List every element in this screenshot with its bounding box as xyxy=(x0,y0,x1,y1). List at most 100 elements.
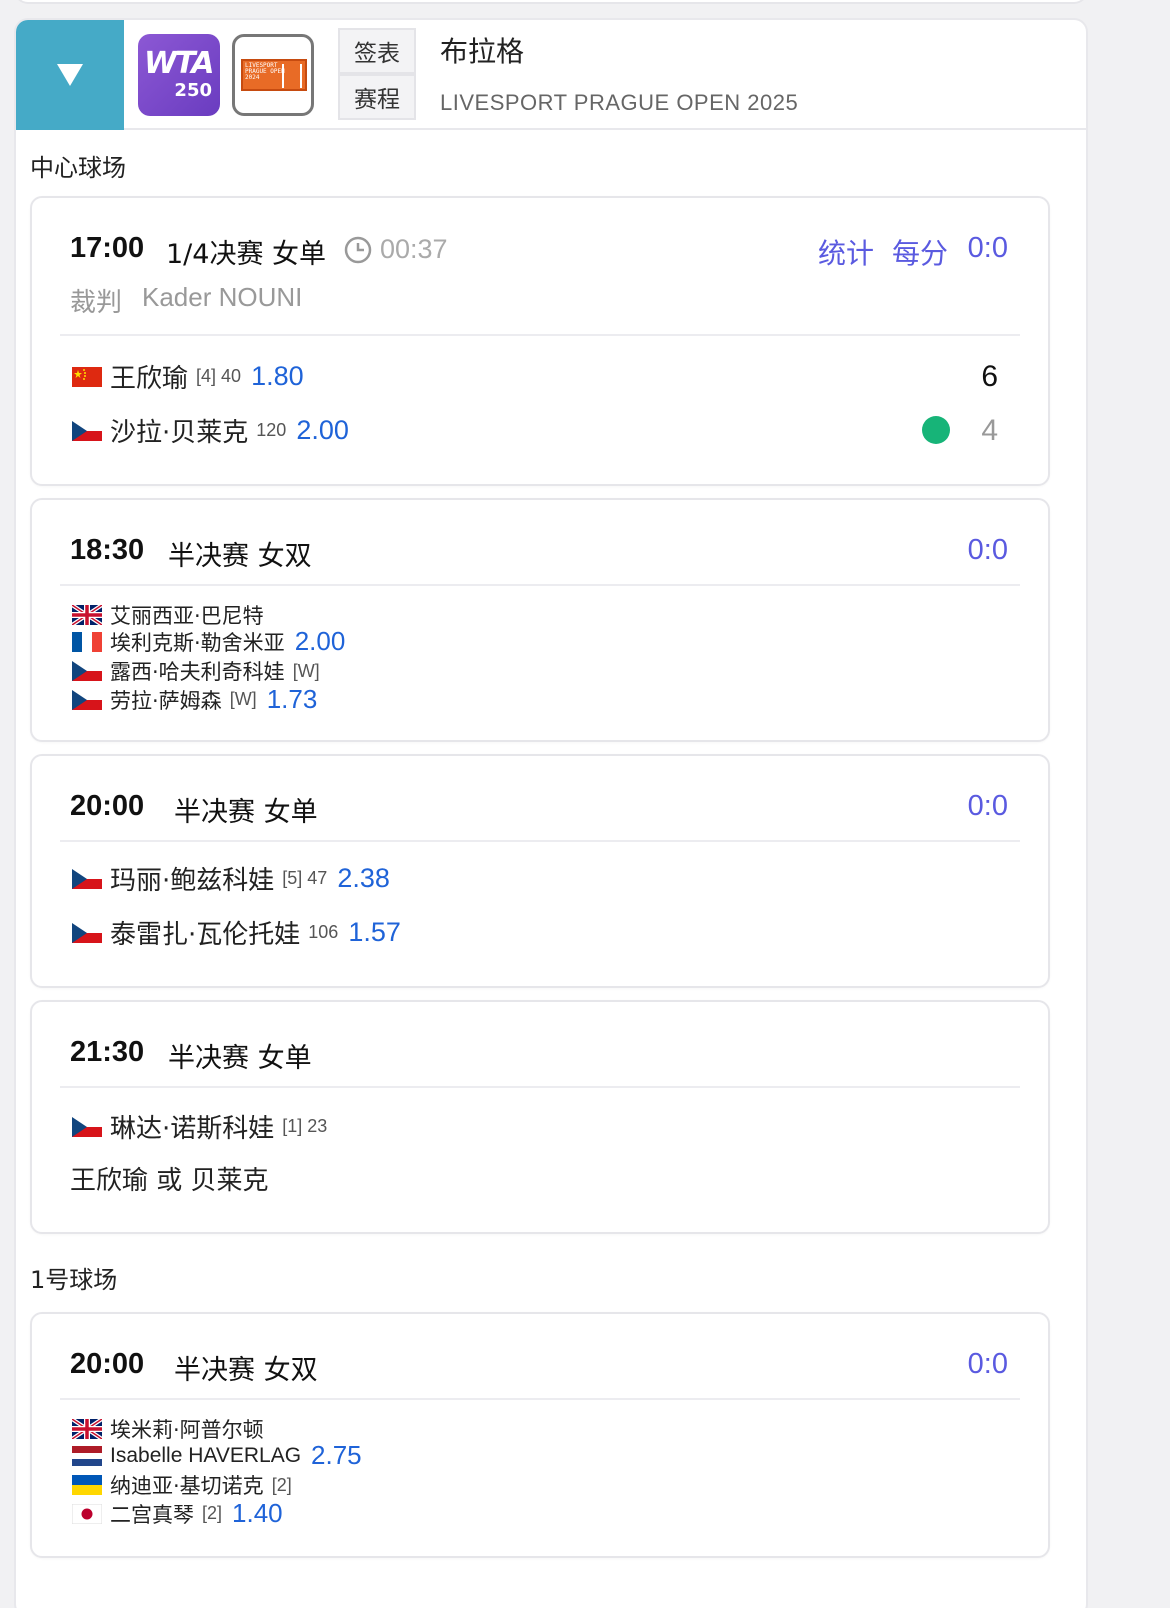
player-name: 沙拉·贝莱克 xyxy=(110,418,249,448)
player-seed-rank: 120 xyxy=(256,420,287,440)
player-seed-rank: 106 xyxy=(308,922,339,942)
player-row[interactable]: 琳达·诺斯科娃 [1] 23 xyxy=(72,1108,327,1145)
tournament-header: WTA 250 LIVESPORT PRAGUE OPEN 2024 签表 赛程… xyxy=(16,20,1086,130)
match-time: 20:00 xyxy=(70,1348,145,1380)
player-name: 琳达·诺斯科娃 xyxy=(110,1114,275,1144)
player-seed-rank: [2] xyxy=(202,1503,223,1523)
team-odds[interactable]: 2.00 xyxy=(295,626,346,657)
player-row[interactable]: 玛丽·鲍兹科娃 [5] 47 2.38 xyxy=(72,860,390,897)
divider xyxy=(60,1086,1020,1088)
player-name: 露西·哈夫利奇科娃 xyxy=(110,660,285,684)
netherlands-flag-icon xyxy=(72,1445,102,1466)
event-logo-mark xyxy=(282,64,302,88)
wta-logo-level: 250 xyxy=(174,80,212,101)
match-time: 17:00 xyxy=(70,232,145,264)
match-round: 半决赛 女双 xyxy=(174,1355,318,1386)
collapse-button[interactable] xyxy=(16,20,124,130)
divider xyxy=(60,584,1020,586)
match-round: 半决赛 女单 xyxy=(174,797,318,828)
player-seed-rank: [1] 23 xyxy=(282,1116,328,1136)
player-name: 劳拉·萨姆森 xyxy=(110,688,222,713)
match-round: 1/4决赛 女单 xyxy=(166,239,327,270)
match-time: 20:00 xyxy=(70,790,145,822)
player-row[interactable]: Isabelle HAVERLAG 2.75 xyxy=(72,1440,362,1471)
per-point-link[interactable]: 每分 xyxy=(892,232,948,272)
match-time: 21:30 xyxy=(70,1036,145,1068)
ukraine-flag-icon xyxy=(72,1475,102,1495)
previous-panel-edge xyxy=(14,0,1088,4)
player-seed-rank: [2] xyxy=(271,1474,292,1495)
match-score[interactable]: 0:0 xyxy=(968,790,1008,823)
player-seed-rank: [4] 40 xyxy=(196,366,242,386)
player-odds[interactable]: 1.80 xyxy=(251,361,304,392)
player-row[interactable]: 埃利克斯·勒舍米亚 2.00 xyxy=(72,626,345,657)
court-label: 中心球场 xyxy=(30,154,126,182)
city-title: 布拉格 xyxy=(440,35,525,68)
player-name: 二宫真琴 xyxy=(110,1502,194,1527)
tournament-panel: WTA 250 LIVESPORT PRAGUE OPEN 2024 签表 赛程… xyxy=(14,18,1088,1608)
match-card[interactable]: 21:30 半决赛 女单 琳达·诺斯科娃 [1] 23 王欣瑜 或 贝莱克 xyxy=(30,1000,1050,1234)
set-score: 4 xyxy=(981,414,998,447)
player-odds[interactable]: 2.38 xyxy=(337,863,390,894)
czech-flag-icon xyxy=(72,922,102,943)
player-row[interactable]: 沙拉·贝莱克 120 2.00 xyxy=(72,412,349,449)
divider xyxy=(60,1398,1020,1400)
divider xyxy=(60,840,1020,842)
player-seed-rank: [W] xyxy=(292,660,320,681)
czech-flag-icon xyxy=(72,420,102,441)
match-score[interactable]: 0:0 xyxy=(968,534,1008,567)
match-card[interactable]: 20:00 半决赛 女双 0:0 埃米莉·阿普尔顿 Isabelle HAVER… xyxy=(30,1312,1050,1558)
player-row[interactable]: 劳拉·萨姆森 [W] 1.73 xyxy=(72,684,317,715)
uk-flag-icon xyxy=(72,605,102,625)
player-name: 王欣瑜 xyxy=(110,364,189,394)
player-name: 埃利克斯·勒舍米亚 xyxy=(110,630,285,655)
match-score[interactable]: 0:0 xyxy=(968,232,1008,265)
player-name: 玛丽·鲍兹科娃 xyxy=(110,866,275,896)
czech-flag-icon xyxy=(72,689,102,710)
player-row[interactable]: 王欣瑜 [4] 40 1.80 xyxy=(72,358,304,395)
event-logo[interactable]: LIVESPORT PRAGUE OPEN 2024 xyxy=(232,34,314,116)
match-card[interactable]: 20:00 半决赛 女单 0:0 玛丽·鲍兹科娃 [5] 47 2.38 泰雷扎… xyxy=(30,754,1050,988)
match-score[interactable]: 0:0 xyxy=(968,1348,1008,1381)
umpire-name: Kader NOUNI xyxy=(142,282,303,312)
player-row[interactable]: 二宫真琴 [2] 1.40 xyxy=(72,1498,283,1529)
team-odds[interactable]: 2.75 xyxy=(311,1440,362,1471)
match-card[interactable]: 18:30 半决赛 女双 0:0 艾丽西亚·巴尼特 埃利克斯·勒舍米亚 2.00… xyxy=(30,498,1050,742)
player-seed-rank: [W] xyxy=(229,689,257,709)
clock-icon xyxy=(344,236,372,264)
player-name: 泰雷扎·瓦伦托娃 xyxy=(110,920,301,950)
czech-flag-icon xyxy=(72,868,102,889)
schedule-button[interactable]: 赛程 xyxy=(338,74,416,120)
france-flag-icon xyxy=(72,631,102,652)
opponent-placeholder: 王欣瑜 或 贝莱克 xyxy=(70,1166,269,1196)
player-row[interactable]: 泰雷扎·瓦伦托娃 106 1.57 xyxy=(72,914,401,951)
wta-250-logo[interactable]: WTA 250 xyxy=(138,34,220,116)
player-name: Isabelle HAVERLAG xyxy=(110,1443,302,1467)
czech-flag-icon xyxy=(72,1116,102,1137)
event-logo-text: LIVESPORT PRAGUE OPEN 2024 xyxy=(245,62,285,81)
czech-flag-icon xyxy=(72,661,102,681)
court-label: 1号球场 xyxy=(30,1266,118,1294)
match-card[interactable]: 17:00 1/4决赛 女单 00:37 统计 每分 0:0 裁判 Kader … xyxy=(30,196,1050,486)
team-odds[interactable]: 1.40 xyxy=(232,1498,283,1529)
serving-indicator xyxy=(922,416,950,444)
divider xyxy=(60,334,1020,336)
triangle-down-icon xyxy=(57,64,83,86)
japan-flag-icon xyxy=(72,1503,102,1524)
player-odds[interactable]: 2.00 xyxy=(296,415,349,446)
umpire-label: 裁判 xyxy=(70,288,123,318)
match-time: 18:30 xyxy=(70,534,145,566)
player-row[interactable]: 纳迪亚·基切诺克 [2] xyxy=(72,1470,292,1500)
team-odds[interactable]: 1.73 xyxy=(267,684,318,715)
player-odds[interactable]: 1.57 xyxy=(348,917,401,948)
player-row[interactable]: 露西·哈夫利奇科娃 [W] xyxy=(72,656,320,686)
stats-link[interactable]: 统计 xyxy=(818,232,874,272)
uk-flag-icon xyxy=(72,1419,102,1439)
player-name: 纳迪亚·基切诺克 xyxy=(110,1474,264,1498)
elapsed-time: 00:37 xyxy=(380,234,448,264)
china-flag-icon xyxy=(72,366,102,387)
tournament-name: LIVESPORT PRAGUE OPEN 2025 xyxy=(440,90,799,115)
wta-logo-text: WTA xyxy=(144,46,214,81)
draw-button[interactable]: 签表 xyxy=(338,28,416,74)
player-seed-rank: [5] 47 xyxy=(282,868,328,888)
